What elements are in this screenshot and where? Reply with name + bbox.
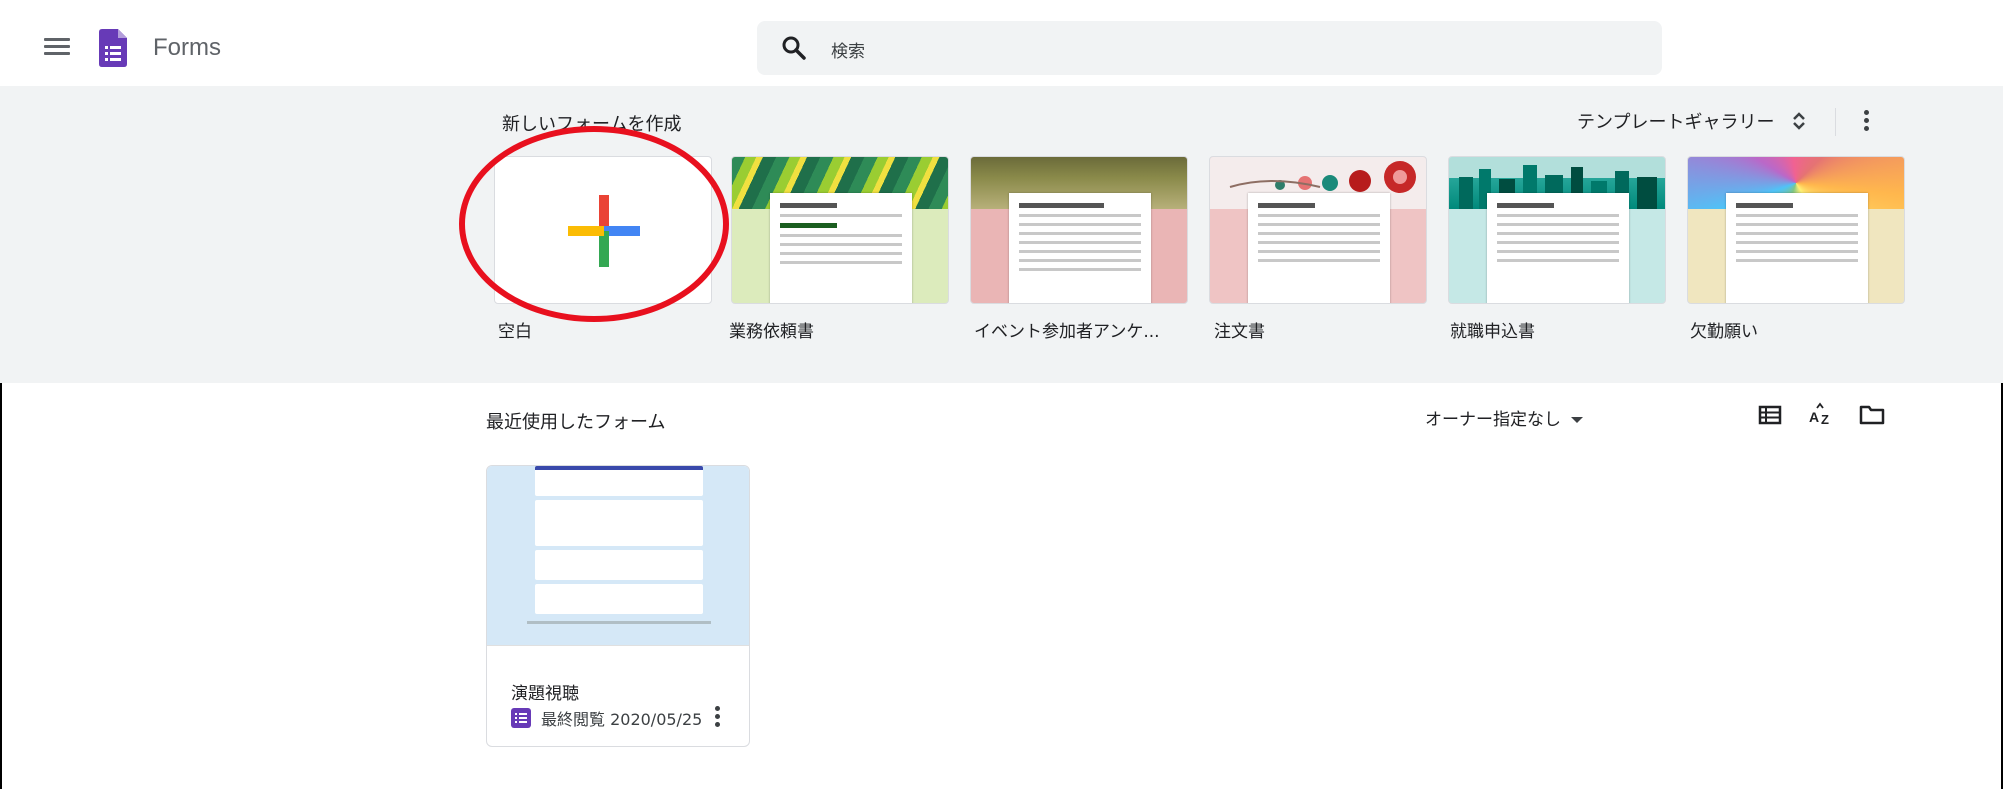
template-absence-request[interactable]	[1687, 156, 1905, 304]
template-label: 注文書	[1214, 322, 1265, 342]
template-event-survey[interactable]	[970, 156, 1188, 304]
recent-forms-title: 最近使用したフォーム	[486, 412, 666, 433]
search-placeholder: 検索	[831, 42, 865, 62]
more-vert-icon[interactable]	[1862, 110, 1870, 134]
forms-logo-icon[interactable]	[99, 29, 127, 67]
caret-down-icon	[1571, 417, 1583, 423]
template-section: 新しいフォームを作成 テンプレートギャラリー 空白 業務依頼書 イベント参加者ア…	[0, 86, 2003, 383]
sort-az-icon[interactable]: A Z	[1808, 402, 1834, 428]
more-vert-icon[interactable]	[713, 706, 721, 728]
list-view-icon[interactable]	[1757, 402, 1783, 428]
template-gallery-label: テンプレートギャラリー	[1577, 112, 1775, 133]
form-title: 演題視聴	[511, 684, 579, 704]
template-gallery-button[interactable]: テンプレートギャラリー	[1577, 108, 1806, 134]
form-thumbnail	[487, 466, 749, 646]
template-job-application[interactable]	[1448, 156, 1666, 304]
template-paper	[1248, 193, 1390, 303]
template-blank[interactable]	[494, 156, 712, 304]
template-paper	[1726, 193, 1868, 303]
recent-form-card[interactable]: 演題視聴 最終閲覧 2020/05/25	[486, 465, 750, 747]
template-order-form[interactable]	[1209, 156, 1427, 304]
svg-text:A: A	[1809, 409, 1819, 425]
template-work-request[interactable]	[731, 156, 949, 304]
toolbar-divider	[1835, 108, 1836, 136]
template-label: 就職申込書	[1450, 322, 1535, 342]
unfold-icon	[1793, 112, 1806, 130]
app-title[interactable]: Forms	[153, 34, 221, 62]
owner-filter-dropdown[interactable]: オーナー指定なし	[1425, 405, 1583, 430]
svg-text:Z: Z	[1821, 412, 1829, 427]
template-label: イベント参加者アンケ...	[974, 322, 1160, 342]
app-header: Forms 検索	[0, 0, 2003, 86]
template-label: 空白	[498, 322, 532, 342]
last-viewed-label: 最終閲覧 2020/05/25	[541, 710, 703, 729]
search-icon[interactable]	[781, 35, 807, 61]
template-paper	[1487, 193, 1629, 303]
search-input[interactable]: 検索	[757, 21, 1662, 75]
template-label: 欠勤願い	[1690, 322, 1758, 342]
template-paper	[1009, 193, 1151, 303]
forms-mini-icon	[511, 708, 531, 728]
create-form-title: 新しいフォームを作成	[502, 114, 682, 135]
plus-icon	[568, 195, 640, 267]
template-label: 業務依頼書	[729, 322, 814, 342]
form-meta: 最終閲覧 2020/05/25	[511, 706, 702, 730]
owner-filter-label: オーナー指定なし	[1425, 410, 1561, 430]
folder-icon[interactable]	[1859, 402, 1885, 428]
template-paper	[770, 193, 912, 303]
menu-icon[interactable]	[44, 38, 70, 58]
